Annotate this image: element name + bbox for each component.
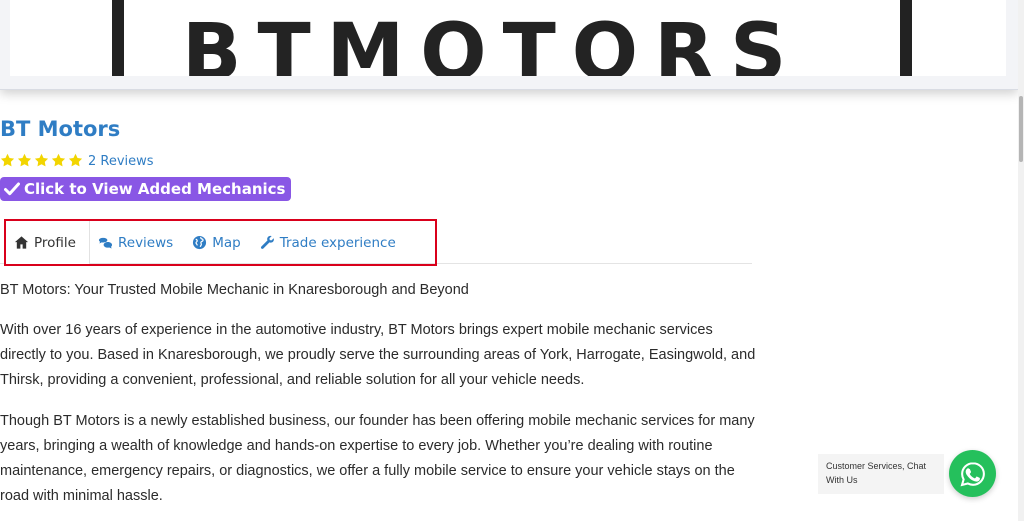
logo-text: BTMOTORS	[182, 8, 803, 76]
logo-bar-right	[900, 0, 912, 76]
wrench-icon	[260, 235, 274, 249]
tab-reviews-label: Reviews	[117, 234, 174, 251]
business-title: BT Motors	[0, 117, 121, 141]
tab-trade-experience[interactable]: Trade experience	[252, 221, 407, 264]
profile-headline: BT Motors: Your Trusted Mobile Mechanic …	[0, 282, 469, 298]
globe-icon	[193, 235, 207, 250]
check-icon	[4, 182, 20, 196]
hero-banner: BTMOTORS	[0, 0, 1018, 90]
star-rating	[0, 153, 83, 168]
profile-paragraph: Though BT Motors is a newly established …	[0, 413, 755, 504]
star-icon	[17, 153, 32, 167]
star-icon	[68, 153, 83, 167]
reviews-count-link[interactable]: 2 Reviews	[88, 154, 154, 169]
tab-map-label: Map	[212, 234, 241, 251]
profile-paragraph: With over 16 years of experience in the …	[0, 322, 756, 388]
home-icon	[14, 236, 29, 249]
star-icon	[0, 153, 15, 167]
scrollbar-thumb[interactable]	[1019, 96, 1023, 162]
tab-profile[interactable]: Profile	[6, 221, 90, 264]
tab-map[interactable]: Map	[184, 221, 252, 264]
tab-profile-label: Profile	[34, 234, 76, 251]
tab-reviews[interactable]: Reviews	[90, 221, 184, 264]
comments-icon	[98, 237, 113, 249]
star-icon	[34, 153, 49, 167]
chat-label[interactable]: Customer Services, Chat With Us	[818, 454, 944, 494]
tab-trade-experience-label: Trade experience	[279, 234, 396, 251]
whatsapp-chat-button[interactable]	[949, 450, 996, 497]
scrollbar[interactable]	[1018, 0, 1024, 521]
view-mechanics-label: Click to View Added Mechanics	[24, 180, 286, 198]
profile-tabs: Profile Reviews Map Trade experience	[4, 219, 437, 266]
logo-bar-left	[112, 0, 124, 76]
logo-image: BTMOTORS	[10, 0, 1006, 76]
view-mechanics-button[interactable]: Click to View Added Mechanics	[0, 177, 292, 201]
star-icon	[51, 153, 66, 167]
whatsapp-icon	[960, 461, 985, 486]
